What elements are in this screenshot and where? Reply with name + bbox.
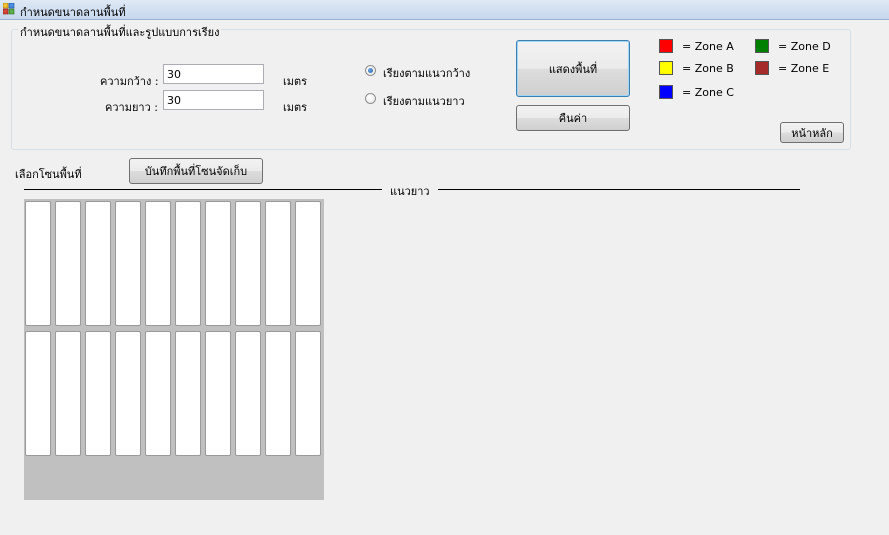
grid-cell[interactable]	[85, 201, 111, 326]
grid-cell[interactable]	[55, 331, 81, 456]
grid-cell[interactable]	[85, 331, 111, 456]
zone-e-swatch	[755, 61, 769, 75]
zone-select-label: เลือกโซนพื้นที่	[15, 168, 82, 181]
arrange-by-width-radio[interactable]	[365, 65, 376, 76]
grid-cell[interactable]	[145, 201, 171, 326]
grid-cell[interactable]	[25, 201, 51, 326]
zone-a-swatch	[659, 39, 673, 53]
zone-d-swatch	[755, 39, 769, 53]
reset-button[interactable]: คืนค่า	[516, 105, 630, 131]
grid-cell[interactable]	[205, 331, 231, 456]
length-label: ความยาว :	[105, 101, 158, 114]
grid-cell[interactable]	[145, 331, 171, 456]
width-unit: เมตร	[283, 75, 308, 88]
zone-a-label: = Zone A	[682, 40, 734, 53]
width-label: ความกว้าง :	[100, 75, 159, 88]
grid-cell[interactable]	[235, 331, 261, 456]
app-icon	[3, 3, 15, 15]
zone-b-swatch	[659, 61, 673, 75]
grid-cell[interactable]	[265, 331, 291, 456]
window-title: กำหนดขนาดลานพื้นที่	[20, 6, 126, 19]
zone-d-label: = Zone D	[778, 40, 831, 53]
window-title-bar: กำหนดขนาดลานพื้นที่	[0, 0, 889, 20]
grid-cell[interactable]	[205, 201, 231, 326]
grid-cell[interactable]	[115, 201, 141, 326]
axis-label: แนวยาว	[390, 185, 430, 198]
zone-c-label: = Zone C	[682, 86, 734, 99]
arrange-by-length-radio[interactable]	[365, 93, 376, 104]
zone-e-label: = Zone E	[778, 62, 830, 75]
storage-grid	[24, 199, 324, 500]
length-unit: เมตร	[283, 101, 308, 114]
grid-cell[interactable]	[115, 331, 141, 456]
grid-cell[interactable]	[175, 201, 201, 326]
grid-cell[interactable]	[295, 331, 321, 456]
home-button[interactable]: หน้าหลัก	[780, 122, 844, 143]
width-input[interactable]	[163, 64, 264, 84]
arrange-by-length-label[interactable]: เรียงตามแนวยาว	[383, 92, 465, 110]
zone-c-swatch	[659, 85, 673, 99]
grid-cell[interactable]	[55, 201, 81, 326]
grid-cell[interactable]	[235, 201, 261, 326]
axis-line-left	[24, 189, 382, 190]
arrange-by-width-label[interactable]: เรียงตามแนวกว้าง	[383, 64, 470, 82]
grid-cell[interactable]	[295, 201, 321, 326]
length-input[interactable]	[163, 90, 264, 110]
grid-cell[interactable]	[175, 331, 201, 456]
axis-line-right	[438, 189, 800, 190]
zone-b-label: = Zone B	[682, 62, 734, 75]
grid-cell[interactable]	[265, 201, 291, 326]
show-area-button[interactable]: แสดงพื้นที่	[516, 40, 630, 97]
save-zone-button[interactable]: บันทึกพื้นที่โซนจัดเก็บ	[129, 158, 263, 184]
grid-cell[interactable]	[25, 331, 51, 456]
groupbox-title: กำหนดขนาดลานพื้นที่และรูปแบบการเรียง	[18, 23, 222, 41]
